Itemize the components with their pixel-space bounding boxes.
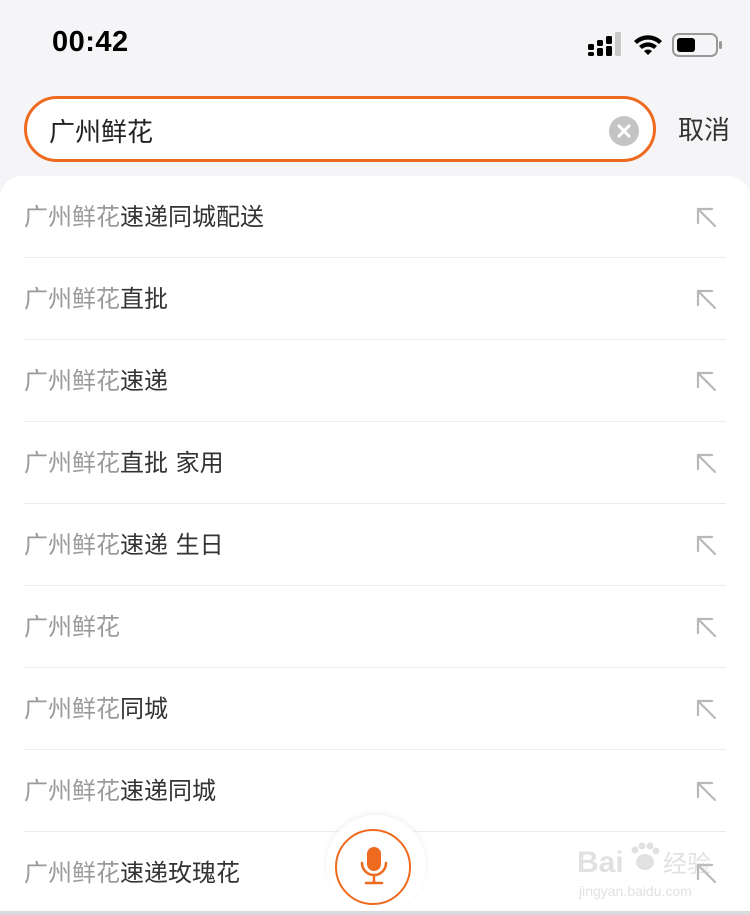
voice-search-button[interactable] [335,829,411,905]
suggestion-item[interactable]: 广州鲜花直批 [24,258,726,340]
suggestion-text: 广州鲜花速递 生日 [24,530,224,560]
suggestion-text: 广州鲜花 [24,612,120,642]
arrow-up-left-icon[interactable] [694,287,718,311]
suggestion-rest: 直批 家用 [120,449,224,477]
search-box[interactable] [24,96,656,162]
suggestion-list: 广州鲜花速递同城配送 广州鲜花直批 广州鲜花速递 广州鲜花直批 家用 广州鲜花速… [0,176,750,914]
suggestion-match: 广州鲜花 [24,203,120,231]
suggestion-match: 广州鲜花 [24,777,120,805]
suggestion-item[interactable]: 广州鲜花速递 [24,340,726,422]
status-bar: 00:42 [0,0,750,90]
suggestion-rest: 速递 生日 [120,531,224,559]
search-page: 00:42 广州鲜花 取消 广州鲜花速递同城配送 广州鲜花直批 广州鲜花速递 广… [0,0,750,915]
search-row: 取消 [0,96,750,166]
suggestion-text: 广州鲜花速递玫瑰花 [24,858,240,888]
voice-search-area [326,815,426,915]
arrow-up-left-icon[interactable] [694,205,718,229]
clear-circle-icon [617,124,631,138]
status-time: 00:42 [52,26,129,58]
microphone-icon [360,847,388,885]
suggestion-rest: 直批 [120,285,168,313]
suggestion-rest: 速递玫瑰花 [120,859,240,887]
clear-search-button[interactable] [609,116,639,146]
suggestion-item[interactable]: 广州鲜花直批 家用 [24,422,726,504]
suggestion-text: 广州鲜花速递同城 [24,776,216,806]
suggestion-panel: 广州鲜花速递同城配送 广州鲜花直批 广州鲜花速递 广州鲜花直批 家用 广州鲜花速… [0,176,750,915]
suggestion-match: 广州鲜花 [24,449,120,477]
search-input[interactable] [49,108,589,152]
suggestion-item[interactable]: 广州鲜花速递同城配送 [24,176,726,258]
arrow-up-left-icon[interactable] [694,451,718,475]
suggestion-item[interactable]: 广州鲜花同城 [24,668,726,750]
suggestion-rest: 同城 [120,695,168,723]
suggestion-text: 广州鲜花直批 家用 [24,448,224,478]
suggestion-match: 广州鲜花 [24,695,120,723]
watermark-brand-cn: 经验 [663,850,711,878]
paw-icon [631,842,660,870]
suggestion-text: 广州鲜花速递同城配送 [24,202,264,232]
arrow-up-left-icon[interactable] [694,615,718,639]
suggestion-item[interactable]: 广州鲜花速递 生日 [24,504,726,586]
suggestion-rest: 速递 [120,367,168,395]
suggestion-text: 广州鲜花速递 [24,366,168,396]
suggestion-match: 广州鲜花 [24,367,120,395]
arrow-up-left-icon[interactable] [694,779,718,803]
suggestion-rest: 速递同城 [120,777,216,805]
wifi-icon [634,35,662,55]
bottom-bar [0,911,750,915]
baidu-jingyan-watermark: Bai 经验 jingyan.baidu.com [577,842,711,899]
arrow-up-left-icon[interactable] [694,697,718,721]
watermark-url: jingyan.baidu.com [578,883,692,899]
watermark-brand: Bai [577,846,624,879]
suggestion-match: 广州鲜花 [24,859,120,887]
arrow-up-left-icon[interactable] [694,369,718,393]
suggestion-match: 广州鲜花 [24,613,120,641]
suggestion-text: 广州鲜花同城 [24,694,168,724]
suggestion-match: 广州鲜花 [24,285,120,313]
suggestion-match: 广州鲜花 [24,531,120,559]
arrow-up-left-icon[interactable] [694,533,718,557]
suggestion-text: 广州鲜花直批 [24,284,168,314]
battery-icon [672,33,722,57]
cancel-button[interactable]: 取消 [678,110,730,147]
suggestion-item[interactable]: 广州鲜花 [24,586,726,668]
suggestion-rest: 速递同城配送 [120,203,264,231]
cellular-signal-icon [588,32,621,56]
